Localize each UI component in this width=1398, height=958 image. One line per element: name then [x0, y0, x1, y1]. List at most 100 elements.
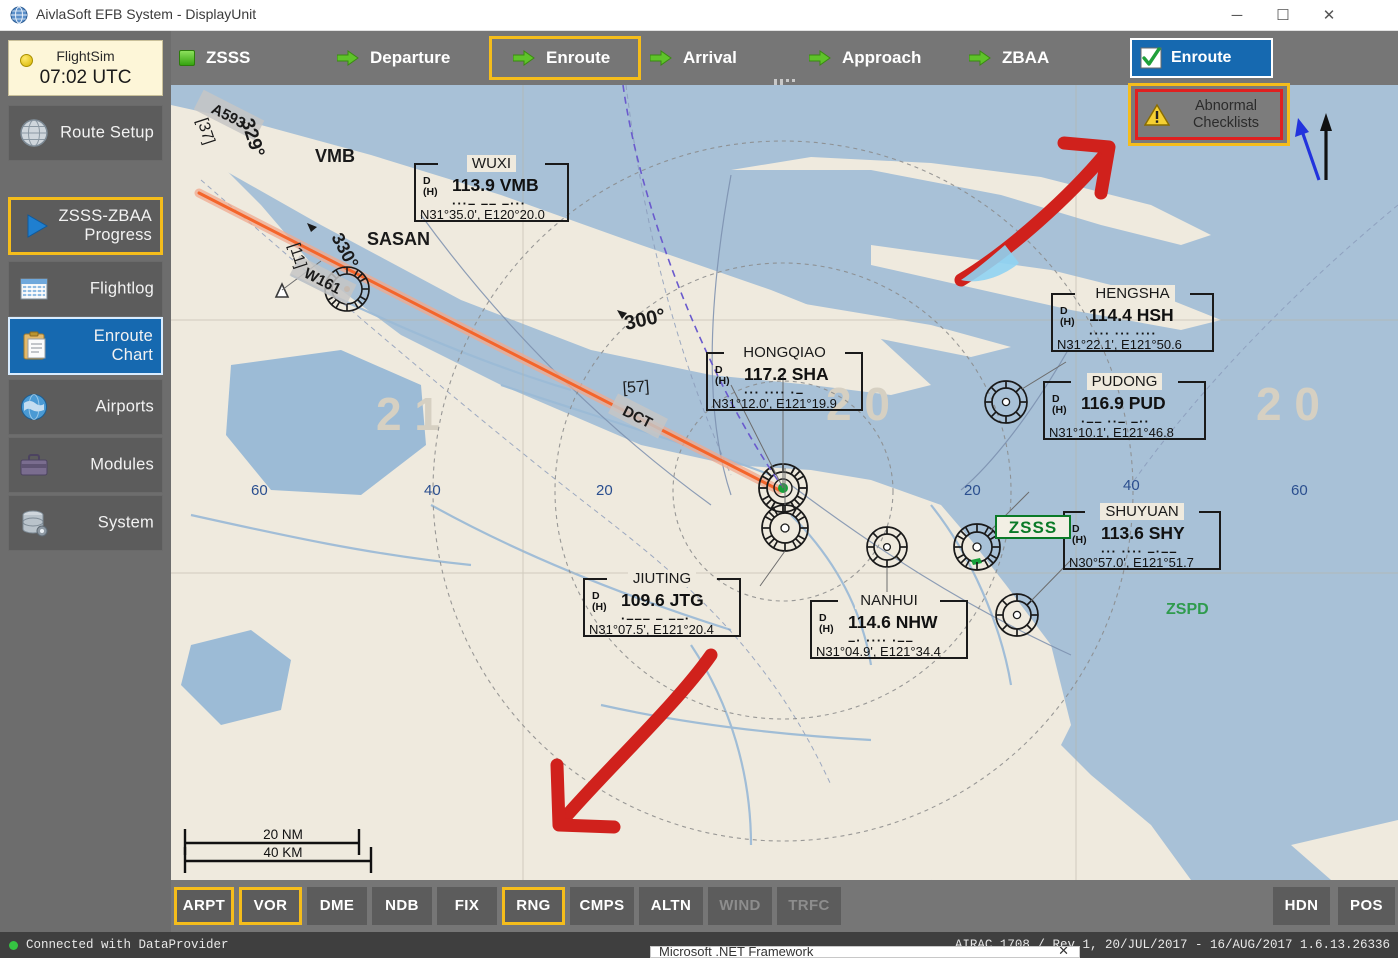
clock-time: 07:02 UTC: [39, 67, 132, 88]
airport-label-zsss[interactable]: ZSSS: [995, 515, 1071, 539]
clock-source-label: FlightSim: [56, 48, 115, 64]
svg-text:[57]: [57]: [622, 378, 650, 397]
abnormal-line2: Checklists: [1192, 114, 1260, 131]
nav-item-label: ZBAA: [1002, 48, 1050, 67]
filter-button-arpt[interactable]: ARPT: [174, 887, 234, 925]
app-globe-icon: [10, 6, 28, 24]
navaid-box-nanhui[interactable]: NANHUI D (H) 114.6 NHW –· ···· ·–– N31°04…: [810, 592, 968, 659]
enroute-active-label: Enroute: [1171, 49, 1232, 66]
navaid-box-hongqiao[interactable]: HONGQIAO D (H) 117.2 SHA ··· ···· ·– N31°…: [706, 344, 863, 411]
play-icon: [27, 214, 48, 238]
filter-button-trfc[interactable]: TRFC: [777, 887, 841, 925]
filter-button-wind[interactable]: WIND: [708, 887, 772, 925]
sidebar-item-label-line2: Progress: [84, 226, 152, 244]
maximize-button[interactable]: ☐: [1260, 0, 1306, 31]
sidebar-item-modules[interactable]: Modules: [8, 437, 163, 493]
navaid-class: D (H): [423, 175, 438, 198]
filter-button-ndb[interactable]: NDB: [372, 887, 432, 925]
connection-status-icon: [9, 941, 18, 950]
sidebar-item-label: Flightlog: [89, 279, 154, 298]
connection-status-text: Connected with DataProvider: [26, 938, 229, 952]
filter-button-altn[interactable]: ALTN: [639, 887, 703, 925]
green-arrow-icon: [969, 50, 991, 66]
nav-item-departure[interactable]: Departure: [337, 36, 450, 80]
sidebar-item-label: Route Setup: [60, 123, 154, 142]
check-icon: [1140, 47, 1162, 69]
navaid-class: D (H): [819, 612, 834, 635]
svg-text:VMB: VMB: [315, 146, 355, 166]
navaid-coordinates: N31°10.1', E121°46.8: [1049, 425, 1174, 440]
navaid-box-jiuting[interactable]: JIUTING D (H) 109.6 JTG ·––– – ––· N31°07…: [583, 570, 741, 637]
sidebar-item-label: ZSSS-ZBAA Progress: [59, 207, 153, 245]
navaid-name: JIUTING: [583, 570, 741, 587]
nav-item-label: Arrival: [683, 48, 737, 67]
green-arrow-icon: [650, 50, 672, 66]
abnormal-checklists-button[interactable]: Abnormal Checklists: [1135, 89, 1283, 140]
sidebar-item-label-line1: Enroute: [93, 327, 153, 345]
navaid-class: D (H): [715, 364, 730, 387]
navaid-frequency-ident: 113.9 VMB: [452, 175, 539, 195]
svg-text:SASAN: SASAN: [367, 229, 430, 249]
globe-icon: [20, 119, 48, 147]
sidebar-item-progress[interactable]: ZSSS-ZBAA Progress: [8, 197, 163, 255]
filter-button-fix[interactable]: FIX: [437, 887, 497, 925]
sidebar-item-flightlog[interactable]: Flightlog: [8, 261, 163, 317]
earth-icon: [21, 394, 47, 420]
sidebar-item-enroute-chart[interactable]: Enroute Chart: [8, 317, 163, 375]
flightsim-clock: FlightSim 07:02 UTC: [8, 40, 163, 96]
filter-button-pos[interactable]: POS: [1338, 887, 1395, 925]
navaid-box-wuxi[interactable]: WUXI D (H) 113.9 VMB ···– –– –··· N31°35.…: [414, 155, 569, 222]
database-icon: [22, 510, 48, 537]
close-button[interactable]: ✕: [1306, 0, 1352, 31]
airport-label-zspd[interactable]: ZSPD: [1166, 601, 1209, 619]
svg-text:60: 60: [1291, 482, 1308, 499]
navaid-box-pudong[interactable]: PUDONG D (H) 116.9 PUD ·–– ··– –·· N31°10…: [1043, 373, 1206, 440]
navaid-class: D (H): [1060, 305, 1075, 328]
filter-button-rng[interactable]: RNG: [502, 887, 565, 925]
nav-item-zbaa[interactable]: ZBAA: [969, 36, 1049, 80]
sidebar-item-system[interactable]: System: [8, 495, 163, 551]
nav-item-zsss[interactable]: ZSSS: [179, 36, 250, 80]
navaid-frequency-ident: 109.6 JTG: [621, 590, 704, 610]
navaid-box-hengsha[interactable]: HENGSHA D (H) 114.4 HSH ···· ··· ···· N31…: [1051, 285, 1214, 352]
scale-bar: 20 NM 40 KM: [183, 827, 383, 871]
scale-km-label: 40 KM: [263, 845, 303, 860]
sidebar-item-label: System: [97, 513, 154, 532]
filter-button-cmps[interactable]: CMPS: [570, 887, 634, 925]
sidebar-item-route-setup[interactable]: Route Setup: [8, 105, 163, 161]
map-filter-bar: ARPT VOR DME NDB FIX RNG CMPS ALTN WIND …: [171, 880, 1398, 932]
table-icon: [20, 278, 48, 300]
warning-triangle-icon: [1144, 103, 1170, 126]
filter-button-vor[interactable]: VOR: [239, 887, 302, 925]
green-arrow-icon: [337, 50, 359, 66]
filter-button-hdn[interactable]: HDN: [1273, 887, 1330, 925]
sidebar-item-label: Airports: [95, 397, 154, 416]
navaid-name: WUXI: [414, 155, 569, 172]
svg-text:40: 40: [424, 482, 441, 499]
abnormal-checklists-label: Abnormal Checklists: [1176, 98, 1280, 132]
navaid-coordinates: N31°07.5', E121°20.4: [589, 622, 714, 637]
green-square-icon: [179, 50, 195, 66]
svg-text:60: 60: [251, 482, 268, 499]
abnormal-line1: Abnormal: [1194, 97, 1258, 114]
navaid-name: HENGSHA: [1051, 285, 1214, 302]
nav-item-label: ZSSS: [206, 48, 251, 67]
sidebar-item-label: Enroute Chart: [94, 327, 153, 365]
window-title: AivlaSoft EFB System - DisplayUnit: [36, 6, 257, 22]
svg-text:40: 40: [1123, 477, 1140, 494]
dotnet-dialog-close-icon[interactable]: ✕: [1058, 947, 1069, 957]
briefcase-icon: [20, 454, 48, 476]
nav-item-approach[interactable]: Approach: [809, 36, 921, 80]
sidebar-item-airports[interactable]: Airports: [8, 379, 163, 435]
sidebar-item-label-line1: ZSSS-ZBAA: [58, 207, 152, 225]
filter-button-dme[interactable]: DME: [307, 887, 367, 925]
dotnet-framework-dialog[interactable]: Microsoft .NET Framework ✕: [650, 946, 1080, 958]
enroute-active-button[interactable]: Enroute: [1130, 38, 1273, 78]
enroute-chart-map[interactable]: 2 1 2 0 2 0 3 5 2 6: [171, 85, 1398, 880]
minimize-button[interactable]: ─: [1214, 0, 1260, 31]
navaid-class: D (H): [592, 590, 607, 613]
nav-item-arrival[interactable]: Arrival: [650, 36, 737, 80]
navaid-coordinates: N30°57.0', E121°51.7: [1069, 555, 1194, 570]
navaid-box-shuyuan[interactable]: SHUYUAN D (H) 113.6 SHY ··· ···· –·–– N30…: [1063, 503, 1221, 570]
panel-grip[interactable]: [774, 79, 800, 85]
